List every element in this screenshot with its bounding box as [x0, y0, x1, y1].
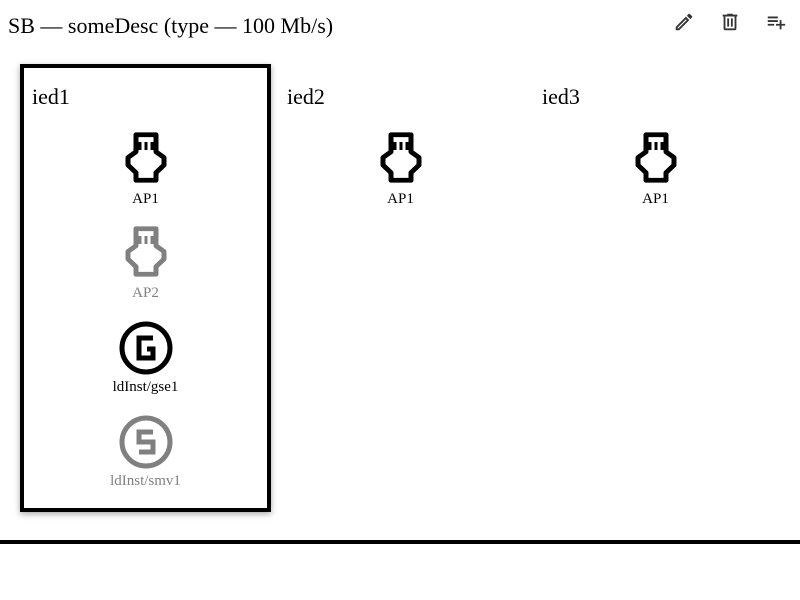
delete-button[interactable]	[714, 10, 746, 34]
item-label: AP1	[387, 191, 414, 207]
smv-icon	[119, 415, 172, 469]
ied-items: AP1 AP2 ldInst/gse1 ldInst/smv1	[24, 132, 267, 508]
access-point-item[interactable]: AP1	[118, 132, 174, 226]
item-label: AP2	[132, 285, 159, 301]
ied-container: ied1 AP1 AP2 ldInst/gse1 ldInst/smv1 ied…	[20, 64, 785, 512]
section-header: SB — someDesc (type — 100 Mb/s)	[0, 0, 800, 52]
access-point-item[interactable]: AP1	[373, 132, 429, 226]
ied-card-ied3[interactable]: ied3 AP1	[530, 64, 781, 512]
ethernet-port-icon	[635, 132, 676, 183]
pencil-icon	[675, 13, 693, 31]
divider	[0, 540, 800, 544]
goose-icon	[119, 321, 172, 375]
ied-items: AP1	[279, 132, 522, 226]
smv-control-item[interactable]: ldInst/smv1	[110, 414, 181, 508]
item-label: ldInst/gse1	[112, 379, 179, 395]
ethernet-port-icon	[125, 132, 166, 183]
ethernet-port-icon	[380, 132, 421, 183]
add-to-list-button[interactable]	[760, 10, 792, 34]
item-label: ldInst/smv1	[110, 473, 181, 489]
access-point-item[interactable]: AP2	[118, 226, 174, 320]
edit-button[interactable]	[668, 10, 700, 34]
ied-name: ied2	[287, 84, 325, 109]
ied-card-ied1[interactable]: ied1 AP1 AP2 ldInst/gse1 ldInst/smv1	[20, 64, 271, 512]
ied-items: AP1	[534, 132, 777, 226]
header-actions	[668, 10, 792, 34]
access-point-item[interactable]: AP1	[628, 132, 684, 226]
page-title: SB — someDesc (type — 100 Mb/s)	[8, 13, 334, 38]
ied-name: ied1	[32, 84, 70, 109]
goose-control-item[interactable]: ldInst/gse1	[112, 320, 179, 414]
playlist-add-icon	[767, 16, 786, 30]
item-label: AP1	[642, 191, 669, 207]
trash-icon	[722, 13, 738, 31]
ethernet-port-icon	[125, 226, 166, 277]
ied-card-ied2[interactable]: ied2 AP1	[275, 64, 526, 512]
ied-name: ied3	[542, 84, 580, 109]
item-label: AP1	[132, 191, 159, 207]
